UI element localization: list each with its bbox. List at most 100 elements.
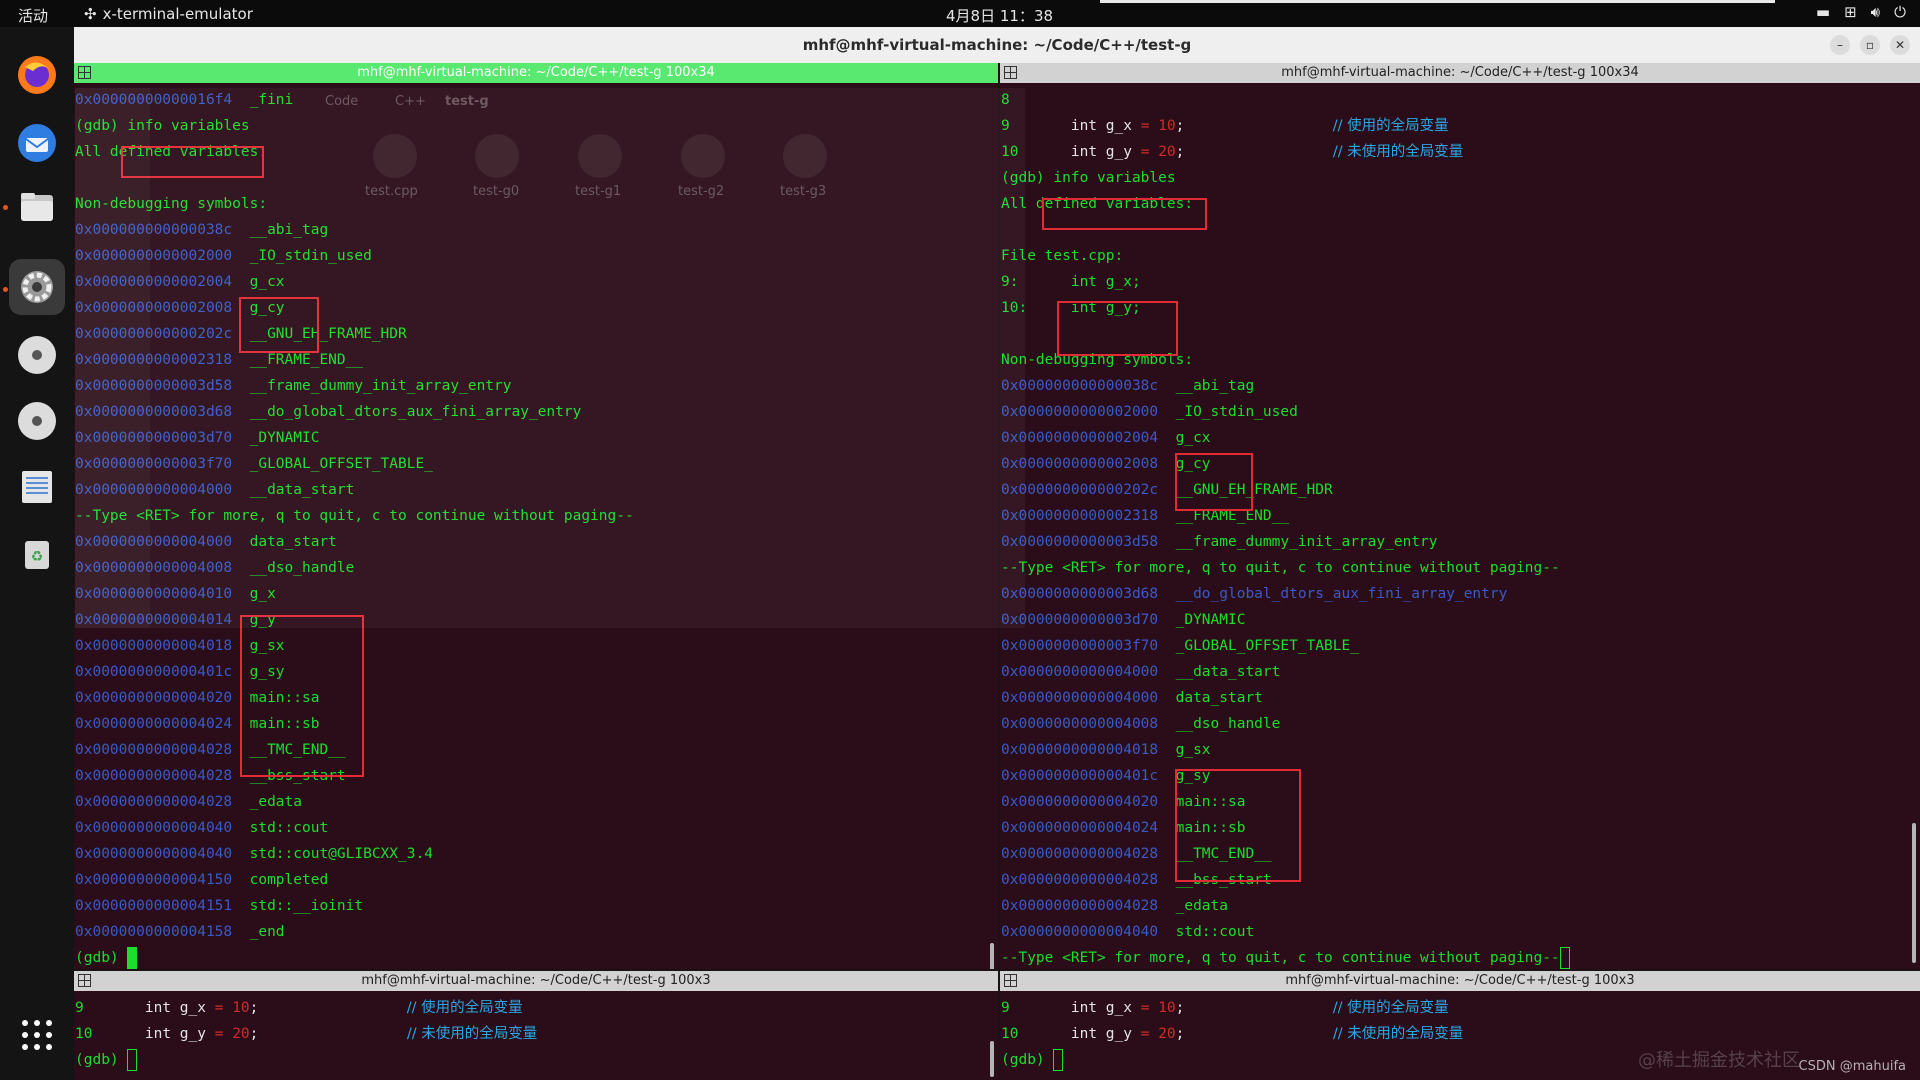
terminal-text: File test.cpp: — [1001, 248, 1124, 264]
terminal-pane-top-left[interactable]: mhf@mhf-virtual-machine: ~/Code/C++/test… — [74, 63, 998, 969]
symbol-address: 0x0000000000003d58 — [1001, 534, 1159, 550]
terminal-pane-bottom-left[interactable]: mhf@mhf-virtual-machine: ~/Code/C++/test… — [74, 971, 998, 1080]
pane-scrollbar[interactable] — [990, 943, 994, 969]
symbol-name: std::cout — [1175, 924, 1255, 940]
terminal-line: 8 — [1000, 87, 1920, 113]
terminal-line: 10 int g_y = 20; // 未使用的全局变量 — [1000, 1021, 1920, 1047]
terminal-line: 0x0000000000003f70 _GLOBAL_OFFSET_TABLE_ — [1000, 633, 1920, 659]
pane-scrollbar[interactable] — [990, 1041, 994, 1077]
terminal-text: 10: int g_y; — [1001, 300, 1141, 316]
grid-icon[interactable] — [78, 66, 91, 79]
source-operator: = — [1131, 1000, 1159, 1016]
document-icon — [22, 471, 52, 503]
power-icon[interactable]: ⏻ — [1894, 3, 1906, 21]
terminal-line: 0x0000000000003d58 __frame_dummy_init_ar… — [74, 373, 998, 399]
ghost-sidebar — [75, 88, 150, 628]
app-name-label: x-terminal-emulator — [102, 5, 253, 23]
maximize-button[interactable]: ▫ — [1860, 35, 1880, 55]
pane-scrollbar[interactable] — [1912, 823, 1916, 963]
pane-content[interactable]: 0x00000000000016f4 _fini (gdb) info varia… — [74, 83, 998, 969]
terminal-cursor — [127, 1049, 138, 1071]
symbol-name: __data_start — [249, 482, 355, 498]
terminal-pane-top-right[interactable]: mhf@mhf-virtual-machine: ~/Code/C++/test… — [1000, 63, 1920, 969]
source-type: int — [1070, 1026, 1098, 1042]
volume-icon[interactable]: 🔊︎ — [1871, 3, 1880, 21]
grid-icon[interactable] — [1004, 66, 1017, 79]
symbol-address: 0x0000000000002318 — [1001, 508, 1159, 524]
symbol-address: 0x000000000000401c — [75, 664, 233, 680]
grid-icon[interactable] — [78, 974, 91, 987]
symbol-name: g_x — [249, 586, 276, 602]
terminal-text: 8 — [1001, 92, 1010, 108]
dock-trash[interactable]: ♻ — [9, 525, 65, 581]
terminal-text: Non-debugging symbols: — [1001, 352, 1194, 368]
symbol-name: std::cout — [249, 820, 329, 836]
clock[interactable]: 4月8日 11：38 — [946, 5, 1053, 26]
symbol-name: __GNU_EH_FRAME_HDR — [1175, 482, 1333, 498]
symbol-address: 0x0000000000002008 — [1001, 456, 1159, 472]
dock-disc-1[interactable] — [9, 327, 65, 383]
dock-files[interactable] — [9, 179, 65, 235]
symbol-name: main::sb — [249, 716, 320, 732]
source-comment: // 使用的全局变量 — [1332, 118, 1449, 134]
pane-title[interactable]: mhf@mhf-virtual-machine: ~/Code/C++/test… — [1000, 971, 1920, 991]
system-tray[interactable]: ▬ ⊞ 🔊︎ ⏻ — [1816, 3, 1906, 21]
terminal-line: 0x0000000000004028 __bss_start — [1000, 867, 1920, 893]
dock-firefox[interactable] — [9, 47, 65, 103]
source-comment: // 未使用的全局变量 — [406, 1026, 538, 1042]
window-titlebar[interactable]: mhf@mhf-virtual-machine: ~/Code/C++/test… — [74, 27, 1920, 63]
network-icon[interactable]: ⊞ — [1844, 3, 1857, 21]
terminal-line: 0x0000000000003f70 _GLOBAL_OFFSET_TABLE_ — [74, 451, 998, 477]
symbol-name: g_sy — [249, 664, 285, 680]
terminal-line: 0x0000000000003d68 __do_global_dtors_aux… — [1000, 581, 1920, 607]
pane-content[interactable]: 9 int g_x = 10; // 使用的全局变量 10 int g_y = 2… — [74, 991, 998, 1080]
dock-text-editor[interactable] — [9, 459, 65, 515]
close-button[interactable]: ✕ — [1890, 35, 1910, 55]
pane-title[interactable]: mhf@mhf-virtual-machine: ~/Code/C++/test… — [74, 63, 998, 83]
pane-content[interactable]: 89 int g_x = 10; // 使用的全局变量 10 int g_y = … — [1000, 83, 1920, 969]
source-semicolon: ; — [249, 1000, 259, 1016]
terminal-line: 0x0000000000002318 __FRAME_END__ — [1000, 503, 1920, 529]
terminal-line: --Type <RET> for more, q to quit, c to c… — [1000, 945, 1920, 969]
symbol-name: _GLOBAL_OFFSET_TABLE_ — [249, 456, 433, 472]
activities-button[interactable]: 活动 — [18, 5, 48, 26]
terminal-line: 0x0000000000004018 g_sx — [1000, 737, 1920, 763]
symbol-name: std::__ioinit — [249, 898, 364, 914]
pane-title-text: mhf@mhf-virtual-machine: ~/Code/C++/test… — [1281, 65, 1639, 80]
terminal-line: 0x0000000000004028 __TMC_END__ — [1000, 841, 1920, 867]
symbol-address: 0x0000000000002004 — [1001, 430, 1159, 446]
dock-disc-2[interactable] — [9, 393, 65, 449]
symbol-name: data_start — [249, 534, 337, 550]
dock-thunderbird[interactable] — [9, 115, 65, 171]
source-line-number: 10 — [1001, 144, 1019, 160]
source-semicolon: ; — [249, 1026, 259, 1042]
source-type: int — [1070, 144, 1098, 160]
symbol-name: _IO_stdin_used — [249, 248, 372, 264]
source-var: g_y — [179, 1026, 206, 1042]
terminal-line: 0x0000000000002008 g_cy — [74, 295, 998, 321]
symbol-address: 0x0000000000004024 — [75, 716, 233, 732]
dock-settings[interactable] — [9, 259, 65, 315]
app-menu[interactable]: ✣ x-terminal-emulator — [84, 5, 253, 23]
minimize-button[interactable]: – — [1830, 35, 1850, 55]
source-comment: // 使用的全局变量 — [406, 1000, 523, 1016]
source-comment: // 未使用的全局变量 — [1332, 144, 1464, 160]
svg-text:♻: ♻ — [31, 549, 44, 565]
symbol-address: 0x0000000000004028 — [75, 742, 233, 758]
pane-title[interactable]: mhf@mhf-virtual-machine: ~/Code/C++/test… — [1000, 63, 1920, 83]
terminal-text: (gdb) — [1001, 1052, 1054, 1068]
dock-show-apps[interactable] — [9, 1007, 65, 1063]
terminal-line: 0x0000000000003d70 _DYNAMIC — [74, 425, 998, 451]
symbol-name: data_start — [1175, 690, 1263, 706]
symbol-name: __dso_handle — [1175, 716, 1281, 732]
symbol-name: _end — [249, 924, 285, 940]
terminal-window: mhf@mhf-virtual-machine: ~/Code/C++/test… — [74, 27, 1920, 1080]
keyboard-icon[interactable]: ▬ — [1816, 3, 1830, 21]
terminal-pane-bottom-right[interactable]: mhf@mhf-virtual-machine: ~/Code/C++/test… — [1000, 971, 1920, 1080]
symbol-address: 0x0000000000003f70 — [1001, 638, 1159, 654]
symbol-name: main::sa — [249, 690, 320, 706]
pane-title[interactable]: mhf@mhf-virtual-machine: ~/Code/C++/test… — [74, 971, 998, 991]
grid-icon[interactable] — [1004, 974, 1017, 987]
terminal-line: 0x0000000000004014 g_y — [74, 607, 998, 633]
